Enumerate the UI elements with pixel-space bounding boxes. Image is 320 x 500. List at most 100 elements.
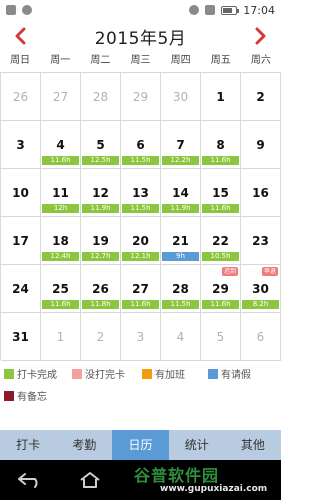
calendar-day-cell[interactable]: 12 11.9h	[81, 169, 121, 217]
weekday-label: 周一	[50, 55, 71, 66]
day-number: 29	[132, 89, 149, 104]
weekday-row: 周日 周一 周二 周三 周四 周五 周六	[0, 52, 281, 72]
calendar-day-cell[interactable]: 30	[161, 73, 201, 121]
day-number: 3	[136, 329, 145, 344]
wifi-icon	[189, 5, 200, 15]
day-number: 21	[172, 233, 189, 248]
calendar-day-cell[interactable]: 24	[1, 265, 41, 313]
day-number: 25	[52, 281, 69, 296]
calendar-day-cell[interactable]: 6 11.5h	[121, 121, 161, 169]
calendar-day-cell[interactable]: 8 11.6h	[201, 121, 241, 169]
day-number: 8	[216, 137, 225, 152]
back-button[interactable]	[0, 460, 60, 500]
work-hours-bar: 12.2h	[162, 156, 199, 165]
day-number: 9	[256, 137, 265, 152]
calendar-day-cell[interactable]: 9	[241, 121, 281, 169]
day-number: 18	[52, 233, 69, 248]
day-number: 20	[132, 233, 149, 248]
calendar-day-cell[interactable]: 14 11.9h	[161, 169, 201, 217]
calendar-day-cell[interactable]: 29 11.6h 迟到	[201, 265, 241, 313]
tab-punch[interactable]: 打卡	[0, 430, 56, 460]
calendar-day-cell[interactable]: 16	[241, 169, 281, 217]
calendar-day-cell[interactable]: 27 11.6h	[121, 265, 161, 313]
calendar-day-cell[interactable]: 2	[241, 73, 281, 121]
calendar-day-cell[interactable]: 19 12.7h	[81, 217, 121, 265]
work-hours-bar: 11.5h	[162, 300, 199, 309]
day-number: 29	[212, 281, 229, 296]
calendar-day-cell[interactable]: 20 12.1h	[121, 217, 161, 265]
legend-swatch	[208, 368, 218, 379]
month-title: 2015年5月	[94, 28, 187, 49]
calendar-day-cell[interactable]: 25 11.6h	[41, 265, 81, 313]
calendar-day-cell[interactable]: 28	[81, 73, 121, 121]
calendar-day-cell[interactable]: 22 10.5h	[201, 217, 241, 265]
day-number: 30	[172, 89, 189, 104]
day-number: 15	[212, 185, 229, 200]
calendar-day-cell[interactable]: 27	[41, 73, 81, 121]
tab-calendar[interactable]: 日历	[112, 430, 169, 460]
calendar-day-cell[interactable]: 26	[1, 73, 41, 121]
calendar-day-cell[interactable]: 21 9h	[161, 217, 201, 265]
attendance-tag: 迟到	[221, 267, 238, 276]
legend-item-leave: 有请假	[208, 366, 251, 381]
day-number: 6	[136, 137, 145, 152]
work-hours-bar: 12.5h	[82, 156, 119, 165]
calendar-day-cell[interactable]: 3	[1, 121, 41, 169]
battery-icon	[221, 5, 240, 15]
calendar-day-cell[interactable]: 30 8.2h 早退	[241, 265, 281, 313]
calendar-day-cell[interactable]: 2	[81, 313, 121, 361]
calendar-day-cell[interactable]: 11 12h	[41, 169, 81, 217]
calendar-day-cell[interactable]: 15 11.6h	[201, 169, 241, 217]
weekday-label: 周日	[10, 55, 31, 66]
calendar-day-cell[interactable]: 18 12.4h	[41, 217, 81, 265]
calendar-day-cell[interactable]: 3	[121, 313, 161, 361]
home-icon	[80, 472, 100, 488]
work-hours-bar: 9h	[162, 252, 199, 261]
tab-statistics[interactable]: 统计	[169, 430, 225, 460]
app-screen: 17:04 2015年5月 周日 周一 周二 周三 周四 周五 周六 26 27 2…	[0, 0, 281, 500]
tab-attendance[interactable]: 考勤	[56, 430, 112, 460]
day-number: 28	[92, 89, 109, 104]
day-number: 4	[56, 137, 65, 152]
calendar-day-cell[interactable]: 26 11.8h	[81, 265, 121, 313]
day-number: 27	[52, 89, 69, 104]
day-number: 22	[212, 233, 229, 248]
legend-swatch	[142, 368, 152, 379]
day-number: 23	[252, 233, 269, 248]
calendar-day-cell[interactable]: 28 11.5h	[161, 265, 201, 313]
work-hours-bar: 11.6h	[202, 156, 239, 165]
day-number: 7	[176, 137, 185, 152]
home-button[interactable]	[60, 460, 120, 500]
prev-month-button[interactable]	[8, 24, 32, 48]
tab-other[interactable]: 其他	[225, 430, 281, 460]
legend-item-overtime: 有加班	[142, 366, 185, 381]
calendar-day-cell[interactable]: 23	[241, 217, 281, 265]
day-number: 24	[12, 281, 29, 296]
next-month-button[interactable]	[249, 24, 273, 48]
calendar-day-cell[interactable]: 1	[201, 73, 241, 121]
day-number: 6	[256, 329, 265, 344]
calendar-day-cell[interactable]: 7 12.2h	[161, 121, 201, 169]
calendar-day-cell[interactable]: 31	[1, 313, 41, 361]
calendar-day-cell[interactable]: 5	[201, 313, 241, 361]
watermark-logo: 谷普软件园 www.gupuxiazai.com	[130, 462, 281, 500]
legend-item-memo: 有备忘	[4, 388, 47, 403]
day-number: 30	[252, 281, 269, 296]
back-icon	[18, 473, 38, 488]
calendar-day-cell[interactable]: 5 12.5h	[81, 121, 121, 169]
work-hours-bar: 11.6h	[42, 156, 79, 165]
day-number: 11	[52, 185, 69, 200]
work-hours-bar: 12h	[42, 204, 79, 213]
calendar-day-cell[interactable]: 17	[1, 217, 41, 265]
status-bar: 17:04	[0, 0, 281, 20]
calendar-day-cell[interactable]: 4	[161, 313, 201, 361]
calendar-day-cell[interactable]: 1	[41, 313, 81, 361]
calendar-day-cell[interactable]: 29	[121, 73, 161, 121]
calendar-day-cell[interactable]: 6	[241, 313, 281, 361]
work-hours-bar: 11.5h	[122, 156, 159, 165]
calendar-day-cell[interactable]: 10	[1, 169, 41, 217]
day-number: 2	[256, 89, 265, 104]
calendar-day-cell[interactable]: 13 11.5h	[121, 169, 161, 217]
day-number: 5	[216, 329, 225, 344]
calendar-day-cell[interactable]: 4 11.6h	[41, 121, 81, 169]
